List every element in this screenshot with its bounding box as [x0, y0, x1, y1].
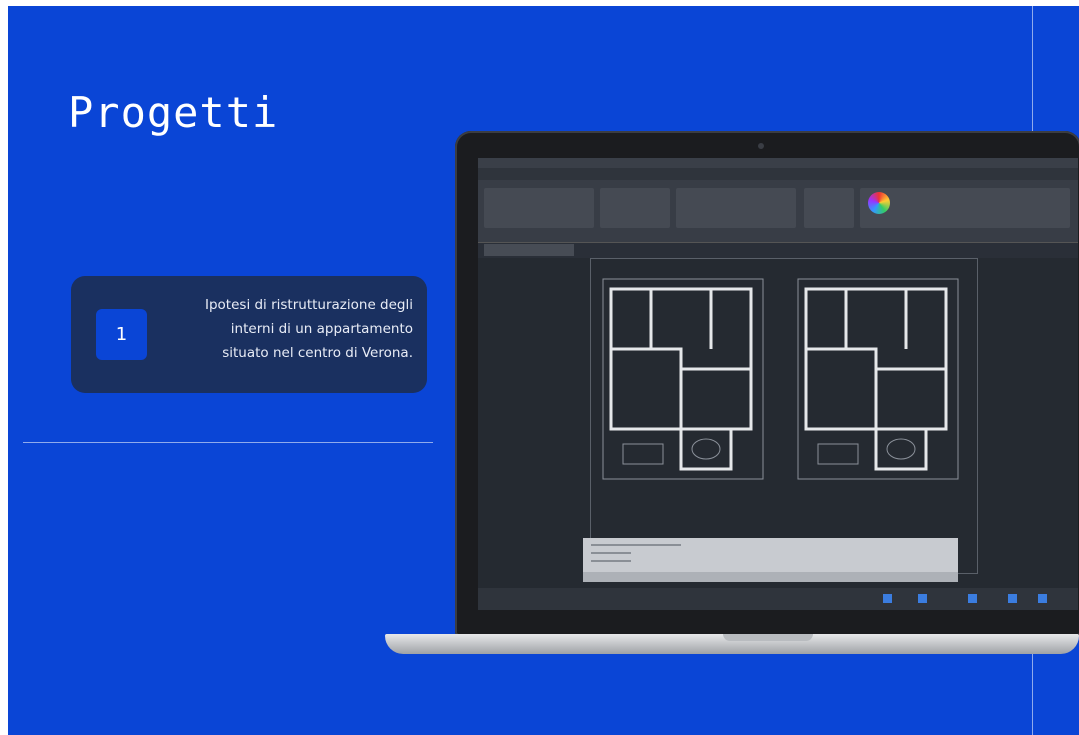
- project-description: Ipotesi di ristrutturazione degli intern…: [205, 297, 413, 361]
- cad-ribbon-tabs: [478, 168, 1078, 180]
- cad-status-bar: [478, 588, 1078, 610]
- ribbon-group-annotation: [600, 188, 670, 228]
- status-icon: [918, 594, 927, 603]
- status-icon: [1008, 594, 1017, 603]
- ribbon-group-block: [804, 188, 854, 228]
- slide: Progetti 1 Ipotesi di ristrutturazione d…: [8, 6, 1079, 735]
- divider-horizontal: [23, 442, 433, 443]
- cad-screen: [478, 158, 1078, 610]
- cad-menubar: [478, 158, 1078, 168]
- camera-icon: [758, 143, 764, 149]
- cad-file-tab: [484, 244, 574, 256]
- command-line: [591, 544, 681, 546]
- ribbon-group-tools: [860, 188, 1070, 228]
- color-wheel-icon: [868, 192, 890, 214]
- project-card[interactable]: 1 Ipotesi di ristrutturazione degli inte…: [71, 276, 427, 393]
- cad-command-window: [583, 538, 958, 582]
- floor-plans: [602, 278, 959, 480]
- ribbon-group-draw: [484, 188, 594, 228]
- ribbon-group-layers: [676, 188, 796, 228]
- command-input: [583, 572, 958, 582]
- status-icon: [968, 594, 977, 603]
- laptop-lid: [455, 131, 1079, 636]
- cad-sheet: [590, 258, 978, 574]
- laptop-notch: [723, 634, 813, 641]
- status-icon: [1038, 594, 1047, 603]
- cad-ribbon: [478, 180, 1078, 243]
- laptop-base: [385, 634, 1079, 654]
- command-line: [591, 560, 631, 562]
- project-number-badge: 1: [96, 309, 147, 360]
- status-icon: [883, 594, 892, 603]
- laptop-image: [385, 131, 1079, 691]
- command-line: [591, 552, 631, 554]
- page-title: Progetti: [68, 88, 279, 137]
